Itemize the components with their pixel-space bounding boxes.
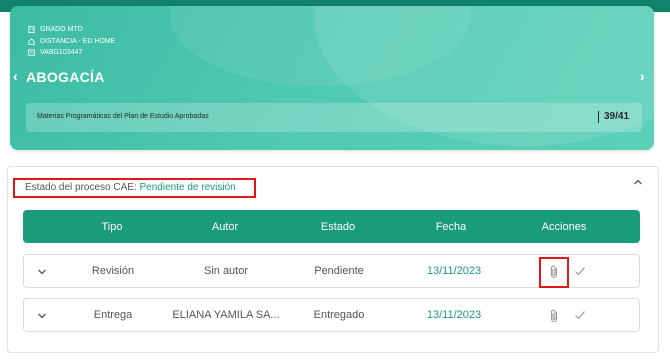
id-card-icon	[28, 49, 35, 56]
career-header: GRADO MTD DISTANCIA - ED HOME VABG103447…	[10, 6, 654, 150]
column-header-acciones: Acciones	[541, 221, 587, 233]
meta-modalidad: DISTANCIA - ED HOME	[28, 36, 115, 48]
meta-grado: GRADO MTD	[28, 24, 115, 36]
approve-check-icon[interactable]	[574, 310, 586, 320]
table-row: Entrega ELIANA YAMILA SA... Entregado 13…	[23, 298, 640, 332]
career-title: ABOGACÍA	[26, 69, 105, 85]
process-status: Estado del proceso CAE: Pendiente de rev…	[13, 178, 256, 198]
progress-count: 39/41	[604, 111, 630, 122]
next-career-chevron-right-icon[interactable]: ›	[640, 68, 645, 84]
cell-estado: Entregado	[313, 309, 365, 321]
table-header: Tipo Autor Estado Fecha Acciones	[23, 210, 640, 243]
chevron-up-icon	[634, 179, 642, 185]
home-icon	[28, 38, 35, 45]
cell-tipo: Entrega	[93, 309, 133, 321]
cell-autor: ELIANA YAMILA SA...	[172, 309, 280, 321]
meta-codigo: VABG103447	[28, 47, 115, 59]
cell-tipo: Revisión	[91, 265, 135, 277]
approved-subjects-progress: Materias Programáticas del Plan de Estud…	[26, 103, 642, 132]
column-header-fecha: Fecha	[435, 221, 467, 233]
attachment-highlight	[539, 257, 569, 288]
codigo-text: VABG103447	[40, 49, 83, 56]
building-icon	[28, 26, 35, 34]
cell-estado: Pendiente	[314, 265, 364, 277]
cell-autor: Sin autor	[203, 265, 249, 277]
cell-fecha: 13/11/2023	[426, 265, 482, 277]
process-status-label: Estado del proceso CAE:	[25, 182, 137, 193]
progress-divider	[598, 111, 599, 123]
column-header-estado: Estado	[320, 221, 356, 233]
modalidad-text: DISTANCIA - ED HOME	[40, 37, 116, 45]
process-status-value: Pendiente de revisión	[139, 182, 236, 193]
expand-chevron-down-icon[interactable]	[37, 312, 47, 320]
grado-text: GRADO MTD	[40, 26, 83, 33]
expand-chevron-down-icon[interactable]	[37, 268, 47, 276]
column-header-autor: Autor	[211, 221, 239, 233]
prev-career-chevron-left-icon[interactable]: ‹	[13, 68, 18, 84]
career-meta: GRADO MTD DISTANCIA - ED HOME VABG103447	[28, 24, 115, 59]
collapse-chevron-up-icon[interactable]	[633, 178, 643, 189]
column-header-tipo: Tipo	[101, 221, 123, 233]
attachment-icon[interactable]	[548, 308, 560, 324]
approve-check-icon[interactable]	[574, 266, 586, 276]
cell-fecha: 13/11/2023	[426, 309, 482, 321]
progress-label: Materias Programáticas del Plan de Estud…	[37, 113, 209, 120]
